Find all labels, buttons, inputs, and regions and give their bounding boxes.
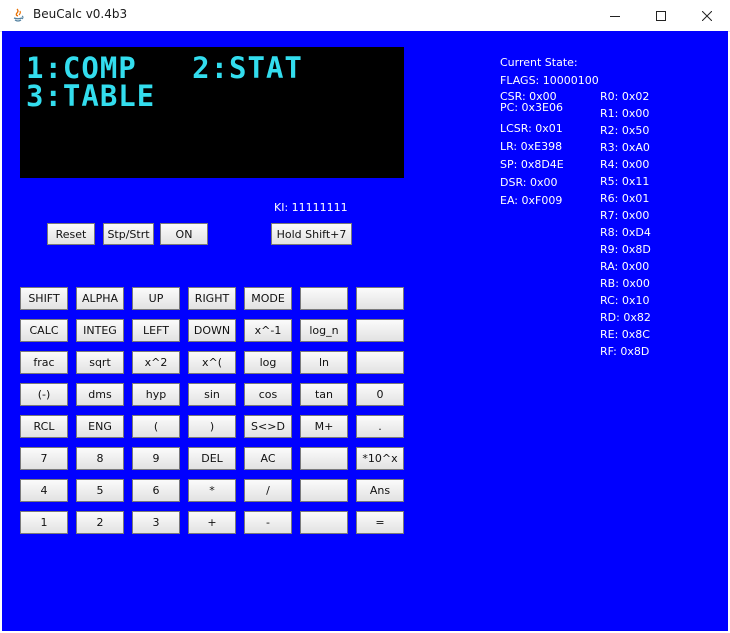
key-button[interactable]: hyp: [132, 383, 180, 406]
key-button[interactable]: *: [188, 479, 236, 502]
key-button[interactable]: 9: [132, 447, 180, 470]
key-button[interactable]: ENG: [76, 415, 124, 438]
key-button[interactable]: cos: [244, 383, 292, 406]
key-button[interactable]: sqrt: [76, 351, 124, 374]
key-button[interactable]: log_n: [300, 319, 348, 342]
key-button[interactable]: 5: [76, 479, 124, 502]
register-value: R5: 0x11: [600, 175, 650, 188]
blank-key-button[interactable]: [356, 351, 404, 374]
ea-value: EA: 0xF009: [500, 194, 563, 207]
minimize-button[interactable]: [592, 0, 638, 31]
close-button[interactable]: [684, 0, 730, 31]
lcd-line-1: 1:COMP 2:STAT: [26, 51, 303, 85]
key-button[interactable]: AC: [244, 447, 292, 470]
key-button[interactable]: RCL: [20, 415, 68, 438]
minimize-icon: [610, 15, 620, 17]
register-value: RE: 0x8C: [600, 328, 650, 341]
blank-key-button[interactable]: [300, 511, 348, 534]
hold-shift-7-button[interactable]: Hold Shift+7: [271, 223, 352, 245]
key-button[interactable]: +: [188, 511, 236, 534]
register-value: R8: 0xD4: [600, 226, 651, 239]
register-value: RB: 0x00: [600, 277, 650, 290]
key-button[interactable]: x^2: [132, 351, 180, 374]
register-value: RC: 0x10: [600, 294, 650, 307]
key-button[interactable]: 6: [132, 479, 180, 502]
key-button[interactable]: INTEG: [76, 319, 124, 342]
key-button[interactable]: tan: [300, 383, 348, 406]
key-button[interactable]: sin: [188, 383, 236, 406]
java-app-icon: [10, 7, 26, 23]
calculator-panel: 1:COMP 2:STAT 3:TABLE KI: 11111111 Reset…: [2, 31, 728, 631]
register-value: R3: 0xA0: [600, 141, 650, 154]
key-button[interactable]: ALPHA: [76, 287, 124, 310]
key-button[interactable]: 4: [20, 479, 68, 502]
key-button[interactable]: 7: [20, 447, 68, 470]
sp-value: SP: 0x8D4E: [500, 158, 564, 171]
key-button[interactable]: S<>D: [244, 415, 292, 438]
key-button[interactable]: dms: [76, 383, 124, 406]
blank-key-button[interactable]: [356, 287, 404, 310]
key-button[interactable]: Ans: [356, 479, 404, 502]
stop-start-button[interactable]: Stp/Strt: [103, 223, 154, 245]
window-title: BeuCalc v0.4b3: [33, 7, 128, 21]
key-button[interactable]: (: [132, 415, 180, 438]
key-button[interactable]: DOWN: [188, 319, 236, 342]
register-value: R6: 0x01: [600, 192, 650, 205]
key-button[interactable]: RIGHT: [188, 287, 236, 310]
state-header: Current State:: [500, 56, 578, 69]
lcsr-value: LCSR: 0x01: [500, 122, 563, 135]
key-button[interactable]: *10^x: [356, 447, 404, 470]
key-button[interactable]: SHIFT: [20, 287, 68, 310]
key-button[interactable]: DEL: [188, 447, 236, 470]
key-button[interactable]: 3: [132, 511, 180, 534]
blank-key-button[interactable]: [300, 479, 348, 502]
lcd-display: 1:COMP 2:STAT 3:TABLE: [20, 47, 404, 178]
key-button[interactable]: 2: [76, 511, 124, 534]
register-value: R4: 0x00: [600, 158, 650, 171]
lcd-line-2: 3:TABLE: [26, 79, 156, 113]
blank-key-button[interactable]: [300, 447, 348, 470]
reset-button[interactable]: Reset: [47, 223, 95, 245]
register-value: RF: 0x8D: [600, 345, 650, 358]
key-button[interactable]: M+: [300, 415, 348, 438]
lr-value: LR: 0xE398: [500, 140, 563, 153]
close-icon: [702, 10, 712, 21]
register-value: RA: 0x00: [600, 260, 650, 273]
maximize-button[interactable]: [638, 0, 684, 31]
key-button[interactable]: x^(: [188, 351, 236, 374]
maximize-icon: [656, 10, 666, 21]
key-button[interactable]: /: [244, 479, 292, 502]
key-button[interactable]: frac: [20, 351, 68, 374]
flags-value: FLAGS: 10000100: [500, 74, 599, 87]
register-value: R2: 0x50: [600, 124, 650, 137]
key-button[interactable]: ln: [300, 351, 348, 374]
register-value: R9: 0x8D: [600, 243, 651, 256]
key-button[interactable]: LEFT: [132, 319, 180, 342]
register-value: RD: 0x82: [600, 311, 651, 324]
key-button[interactable]: x^-1: [244, 319, 292, 342]
key-button[interactable]: 1: [20, 511, 68, 534]
blank-key-button[interactable]: [356, 319, 404, 342]
key-button[interactable]: UP: [132, 287, 180, 310]
key-button[interactable]: CALC: [20, 319, 68, 342]
key-button[interactable]: -: [244, 511, 292, 534]
key-button[interactable]: 8: [76, 447, 124, 470]
ki-label: KI: 11111111: [274, 201, 348, 214]
on-button[interactable]: ON: [160, 223, 208, 245]
register-value: R7: 0x00: [600, 209, 650, 222]
register-value: R1: 0x00: [600, 107, 650, 120]
key-button[interactable]: log: [244, 351, 292, 374]
key-button[interactable]: (-): [20, 383, 68, 406]
dsr-value: DSR: 0x00: [500, 176, 558, 189]
key-button[interactable]: =: [356, 511, 404, 534]
pc-value: PC: 0x3E06: [500, 101, 563, 114]
key-button[interactable]: 0: [356, 383, 404, 406]
key-button[interactable]: ): [188, 415, 236, 438]
key-button[interactable]: MODE: [244, 287, 292, 310]
register-value: R0: 0x02: [600, 90, 650, 103]
blank-key-button[interactable]: [300, 287, 348, 310]
key-button[interactable]: .: [356, 415, 404, 438]
title-bar[interactable]: BeuCalc v0.4b3: [0, 0, 730, 32]
